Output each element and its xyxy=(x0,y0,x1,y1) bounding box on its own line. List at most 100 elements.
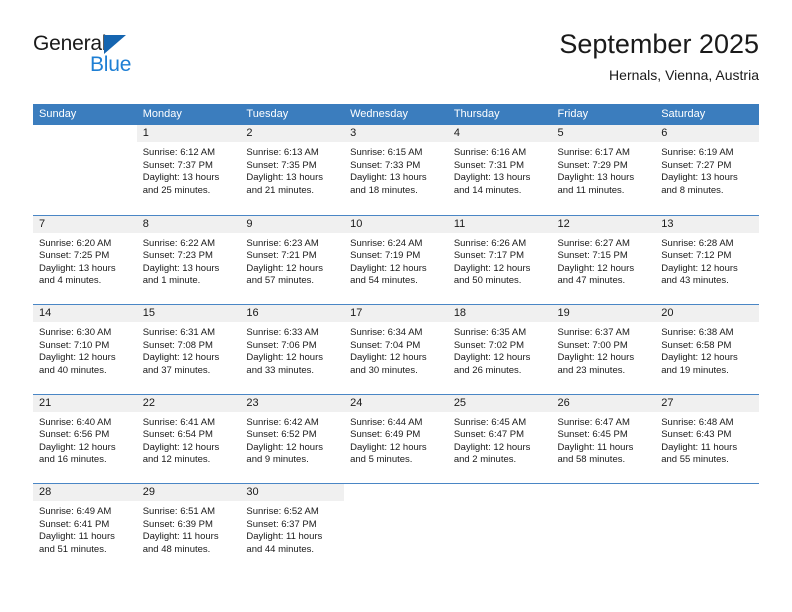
calendar-day-cell[interactable]: 12 Sunrise: 6:27 AM Sunset: 7:15 PM Dayligh… xyxy=(551,215,656,304)
calendar-week-row: 14 Sunrise: 6:30 AM Sunset: 7:10 PM Dayligh… xyxy=(33,304,759,394)
day-detail-line: Daylight: 12 hours xyxy=(350,352,427,364)
day-detail-line: Sunset: 7:35 PM xyxy=(246,159,317,171)
calendar-weeks: 1 Sunrise: 6:12 AM Sunset: 7:37 PM Daylight… xyxy=(33,125,759,573)
calendar-day-cell[interactable]: 26 Sunrise: 6:47 AM Sunset: 6:45 PM Dayligh… xyxy=(551,394,656,483)
calendar-day-cell[interactable]: 29 Sunrise: 6:51 AM Sunset: 6:39 PM Dayligh… xyxy=(136,484,241,573)
calendar-week-row: 1 Sunrise: 6:12 AM Sunset: 7:37 PM Daylight… xyxy=(33,125,759,215)
calendar-day-cell[interactable]: 21 Sunrise: 6:40 AM Sunset: 6:56 PM Dayligh… xyxy=(33,394,137,483)
calendar-day-cell[interactable]: 22 Sunrise: 6:41 AM Sunset: 6:54 PM Dayligh… xyxy=(136,394,241,483)
day-details: Sunrise: 6:51 AM Sunset: 6:39 PM Daylight:… xyxy=(137,501,241,556)
day-detail-line: Sunrise: 6:35 AM xyxy=(453,327,527,338)
calendar-day-cell[interactable]: 25 Sunrise: 6:45 AM Sunset: 6:47 PM Dayligh… xyxy=(447,394,552,483)
day-detail-line: Sunrise: 6:40 AM xyxy=(39,416,112,428)
generalblue-logo[interactable]: General Blue xyxy=(33,32,233,88)
day-detail-line: and 23 minutes. xyxy=(557,364,626,376)
day-number: 30 xyxy=(246,486,259,498)
day-details: Sunrise: 6:27 AM Sunset: 7:15 PM Daylight:… xyxy=(552,233,656,288)
weekday-header-wednesday: Wednesday xyxy=(350,108,408,120)
calendar-day-cell[interactable]: 11 Sunrise: 6:26 AM Sunset: 7:17 PM Dayligh… xyxy=(447,215,552,304)
calendar-day-cell[interactable]: 2 Sunrise: 6:13 AM Sunset: 7:35 PM Daylight… xyxy=(240,125,345,214)
day-detail-line: Sunset: 7:12 PM xyxy=(661,250,732,262)
day-number: 18 xyxy=(453,307,467,319)
calendar-day-cell[interactable]: 20 Sunrise: 6:38 AM Sunset: 6:58 PM Dayligh… xyxy=(655,305,759,394)
day-detail-line: Sunrise: 6:16 AM xyxy=(453,147,527,158)
day-detail-line: Sunrise: 6:23 AM xyxy=(246,237,319,249)
calendar-day-cell[interactable]: 17 Sunrise: 6:34 AM Sunset: 7:04 PM Dayligh… xyxy=(344,305,448,394)
day-number: 4 xyxy=(453,127,460,139)
day-number: 14 xyxy=(39,307,52,319)
calendar-day-cell[interactable]: 15 Sunrise: 6:31 AM Sunset: 7:08 PM Dayligh… xyxy=(136,305,241,394)
calendar-day-cell[interactable]: 18 Sunrise: 6:35 AM Sunset: 7:02 PM Dayligh… xyxy=(447,305,552,394)
day-number: 5 xyxy=(557,127,564,139)
title-block: September 2025 Hernals, Vienna, Austria xyxy=(559,28,759,85)
day-detail-line: and 51 minutes. xyxy=(39,543,107,555)
day-details: Sunrise: 6:23 AM Sunset: 7:21 PM Daylight:… xyxy=(240,233,344,288)
calendar-day-cell[interactable]: 4 Sunrise: 6:16 AM Sunset: 7:31 PM Daylight… xyxy=(447,125,552,214)
day-detail-line: and 44 minutes. xyxy=(246,543,315,555)
day-number-bar xyxy=(33,125,137,142)
day-detail-line: Sunrise: 6:44 AM xyxy=(350,416,423,428)
calendar-day-cell[interactable]: 6 Sunrise: 6:19 AM Sunset: 7:27 PM Daylight… xyxy=(655,125,759,214)
day-detail-line: Sunrise: 6:42 AM xyxy=(246,416,319,428)
calendar-day-cell[interactable]: 1 Sunrise: 6:12 AM Sunset: 7:37 PM Daylight… xyxy=(136,125,241,214)
calendar-day-cell[interactable]: 23 Sunrise: 6:42 AM Sunset: 6:52 PM Dayligh… xyxy=(240,394,345,483)
day-number-bar: 17 xyxy=(344,305,448,322)
day-detail-line: Sunrise: 6:19 AM xyxy=(661,147,734,158)
calendar-day-cell[interactable]: 8 Sunrise: 6:22 AM Sunset: 7:23 PM Daylight… xyxy=(136,215,241,304)
day-number-bar: 1 xyxy=(136,125,241,142)
day-details: Sunrise: 6:26 AM Sunset: 7:17 PM Daylight:… xyxy=(448,233,552,288)
day-details: Sunrise: 6:40 AM Sunset: 6:56 PM Daylight:… xyxy=(33,412,137,467)
calendar-day-cell[interactable]: 10 Sunrise: 6:24 AM Sunset: 7:19 PM Dayligh… xyxy=(344,215,448,304)
calendar-day-cell[interactable]: 5 Sunrise: 6:17 AM Sunset: 7:29 PM Daylight… xyxy=(551,125,656,214)
day-number: 16 xyxy=(246,307,259,319)
day-number-bar: 29 xyxy=(136,484,241,501)
day-number-bar: 27 xyxy=(655,394,759,412)
day-number: 26 xyxy=(557,396,570,409)
day-detail-line: Daylight: 11 hours xyxy=(557,441,634,453)
calendar-day-cell[interactable]: 9 Sunrise: 6:23 AM Sunset: 7:21 PM Daylight… xyxy=(240,215,345,304)
day-details xyxy=(552,501,656,506)
calendar-day-cell[interactable]: 16 Sunrise: 6:33 AM Sunset: 7:06 PM Dayligh… xyxy=(240,305,345,394)
day-detail-line: Daylight: 12 hours xyxy=(350,441,427,453)
day-number: 25 xyxy=(453,396,467,409)
day-detail-line: and 26 minutes. xyxy=(453,364,522,376)
weekday-header-saturday: Saturday xyxy=(661,108,706,120)
day-detail-line: and 2 minutes. xyxy=(453,454,517,466)
day-detail-line: Daylight: 11 hours xyxy=(661,441,738,453)
calendar-day-cell[interactable]: 3 Sunrise: 6:15 AM Sunset: 7:33 PM Daylight… xyxy=(344,125,448,214)
day-details: Sunrise: 6:17 AM Sunset: 7:29 PM Daylight:… xyxy=(552,142,656,197)
page-header: General Blue September 2025 Hernals, Vie… xyxy=(0,0,792,100)
day-detail-line: Daylight: 12 hours xyxy=(39,441,116,453)
calendar-grid: Sunday Monday Tuesday Wednesday Thursday Frid… xyxy=(33,104,759,573)
day-number: 2 xyxy=(246,127,253,139)
weekday-header-tuesday: Tuesday xyxy=(246,108,289,120)
day-detail-line: and 40 minutes. xyxy=(39,364,107,376)
day-number-bar: 3 xyxy=(344,125,448,142)
day-detail-line: Sunset: 7:33 PM xyxy=(350,159,421,171)
day-details xyxy=(33,142,137,147)
day-detail-line: Sunset: 7:04 PM xyxy=(350,339,421,351)
day-details: Sunrise: 6:12 AM Sunset: 7:37 PM Daylight:… xyxy=(137,142,241,197)
day-number: 22 xyxy=(142,396,155,409)
calendar-day-cell[interactable]: 7 Sunrise: 6:20 AM Sunset: 7:25 PM Daylight… xyxy=(33,215,137,304)
day-detail-line: and 18 minutes. xyxy=(350,184,418,196)
calendar-day-cell[interactable]: 30 Sunrise: 6:52 AM Sunset: 6:37 PM Dayligh… xyxy=(240,484,345,573)
day-details: Sunrise: 6:49 AM Sunset: 6:41 PM Daylight:… xyxy=(33,501,137,556)
day-details: Sunrise: 6:28 AM Sunset: 7:12 PM Daylight:… xyxy=(655,233,759,288)
day-detail-line: Sunrise: 6:15 AM xyxy=(350,147,423,158)
day-detail-line: and 30 minutes. xyxy=(350,364,418,376)
calendar-day-cell[interactable]: 28 Sunrise: 6:49 AM Sunset: 6:41 PM Dayligh… xyxy=(33,484,137,573)
day-detail-line: Sunrise: 6:33 AM xyxy=(246,327,319,338)
day-detail-line: Sunset: 7:10 PM xyxy=(39,339,110,351)
day-detail-line: Sunset: 6:45 PM xyxy=(557,429,628,441)
day-detail-line: Sunset: 6:39 PM xyxy=(142,518,213,530)
day-detail-line: Daylight: 13 hours xyxy=(246,172,323,184)
day-number: 21 xyxy=(39,396,52,409)
day-detail-line: Sunrise: 6:38 AM xyxy=(661,327,734,338)
calendar-day-cell[interactable]: 27 Sunrise: 6:48 AM Sunset: 6:43 PM Dayligh… xyxy=(655,394,759,483)
calendar-day-cell[interactable]: 24 Sunrise: 6:44 AM Sunset: 6:49 PM Dayligh… xyxy=(344,394,448,483)
weekday-header-monday: Monday xyxy=(142,108,182,120)
calendar-day-cell[interactable]: 13 Sunrise: 6:28 AM Sunset: 7:12 PM Dayligh… xyxy=(655,215,759,304)
calendar-day-cell[interactable]: 19 Sunrise: 6:37 AM Sunset: 7:00 PM Dayligh… xyxy=(551,305,656,394)
calendar-day-cell[interactable]: 14 Sunrise: 6:30 AM Sunset: 7:10 PM Dayligh… xyxy=(33,305,137,394)
